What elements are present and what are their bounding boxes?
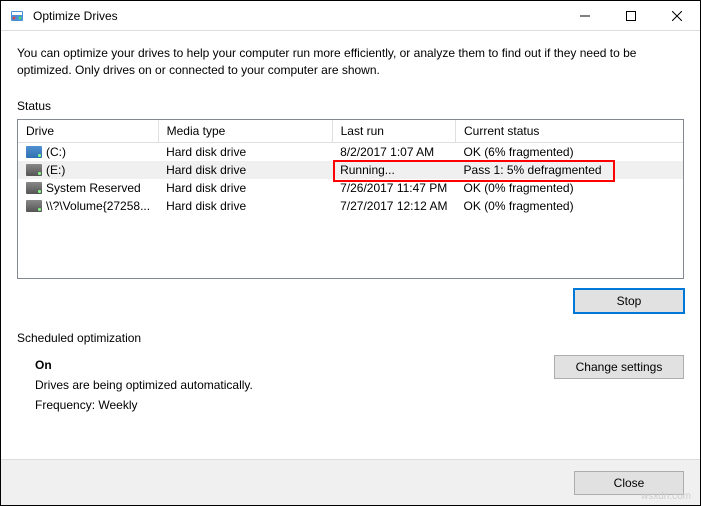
status-cell: OK (6% fragmented) (456, 142, 683, 161)
lastrun-cell: 8/2/2017 1:07 AM (332, 142, 455, 161)
column-header-drive[interactable]: Drive (18, 120, 158, 143)
minimize-button[interactable] (562, 1, 608, 31)
column-header-status[interactable]: Current status (456, 120, 683, 143)
media-cell: Hard disk drive (158, 197, 332, 215)
status-cell: Pass 1: 5% defragmented (456, 161, 683, 179)
drive-cell: (C:) (18, 142, 158, 161)
description-text: You can optimize your drives to help you… (17, 45, 684, 79)
scheduled-info: On Drives are being optimized automatica… (35, 355, 253, 416)
window-controls (562, 1, 700, 31)
drive-cell: System Reserved (18, 179, 158, 197)
lastrun-cell: 7/26/2017 11:47 PM (332, 179, 455, 197)
content-area: You can optimize your drives to help you… (1, 31, 700, 416)
media-cell: Hard disk drive (158, 161, 332, 179)
footer: Close (1, 459, 700, 505)
maximize-button[interactable] (608, 1, 654, 31)
drive-table: Drive Media type Last run Current status… (18, 120, 683, 215)
drive-cell: (E:) (18, 161, 158, 179)
scheduled-label: Scheduled optimization (17, 331, 684, 345)
app-icon (9, 8, 25, 24)
column-header-media[interactable]: Media type (158, 120, 332, 143)
drive-icon (26, 146, 42, 158)
watermark: wsxdn.com (641, 491, 691, 502)
window-title: Optimize Drives (33, 9, 562, 23)
drive-list[interactable]: Drive Media type Last run Current status… (17, 119, 684, 279)
change-settings-button[interactable]: Change settings (554, 355, 684, 379)
drive-icon (26, 200, 42, 212)
lastrun-cell: 7/27/2017 12:12 AM (332, 197, 455, 215)
lastrun-cell: Running... (332, 161, 455, 179)
media-cell: Hard disk drive (158, 142, 332, 161)
media-cell: Hard disk drive (158, 179, 332, 197)
drive-name: System Reserved (46, 181, 141, 195)
table-row[interactable]: System Reserved Hard disk drive7/26/2017 … (18, 179, 683, 197)
status-cell: OK (0% fragmented) (456, 197, 683, 215)
status-label: Status (17, 99, 684, 113)
scheduled-section: Scheduled optimization On Drives are bei… (17, 331, 684, 416)
table-row[interactable]: \\?\Volume{27258... Hard disk drive7/27/2… (18, 197, 683, 215)
drive-name: (E:) (46, 163, 65, 177)
drive-name: \\?\Volume{27258... (46, 199, 150, 213)
stop-button[interactable]: Stop (574, 289, 684, 313)
drive-icon (26, 164, 42, 176)
column-header-lastrun[interactable]: Last run (332, 120, 455, 143)
drive-name: (C:) (46, 145, 66, 159)
table-row[interactable]: (E:) Hard disk driveRunning...Pass 1: 5% … (18, 161, 683, 179)
drive-cell: \\?\Volume{27258... (18, 197, 158, 215)
close-window-button[interactable] (654, 1, 700, 31)
scheduled-desc: Drives are being optimized automatically… (35, 375, 253, 395)
titlebar: Optimize Drives (1, 1, 700, 31)
action-buttons: Stop (17, 289, 684, 313)
table-container: Drive Media type Last run Current status… (17, 119, 684, 279)
scheduled-on: On (35, 355, 253, 375)
status-cell: OK (0% fragmented) (456, 179, 683, 197)
drive-icon (26, 182, 42, 194)
scheduled-freq: Frequency: Weekly (35, 395, 253, 415)
table-row[interactable]: (C:) Hard disk drive8/2/2017 1:07 AMOK (6… (18, 142, 683, 161)
